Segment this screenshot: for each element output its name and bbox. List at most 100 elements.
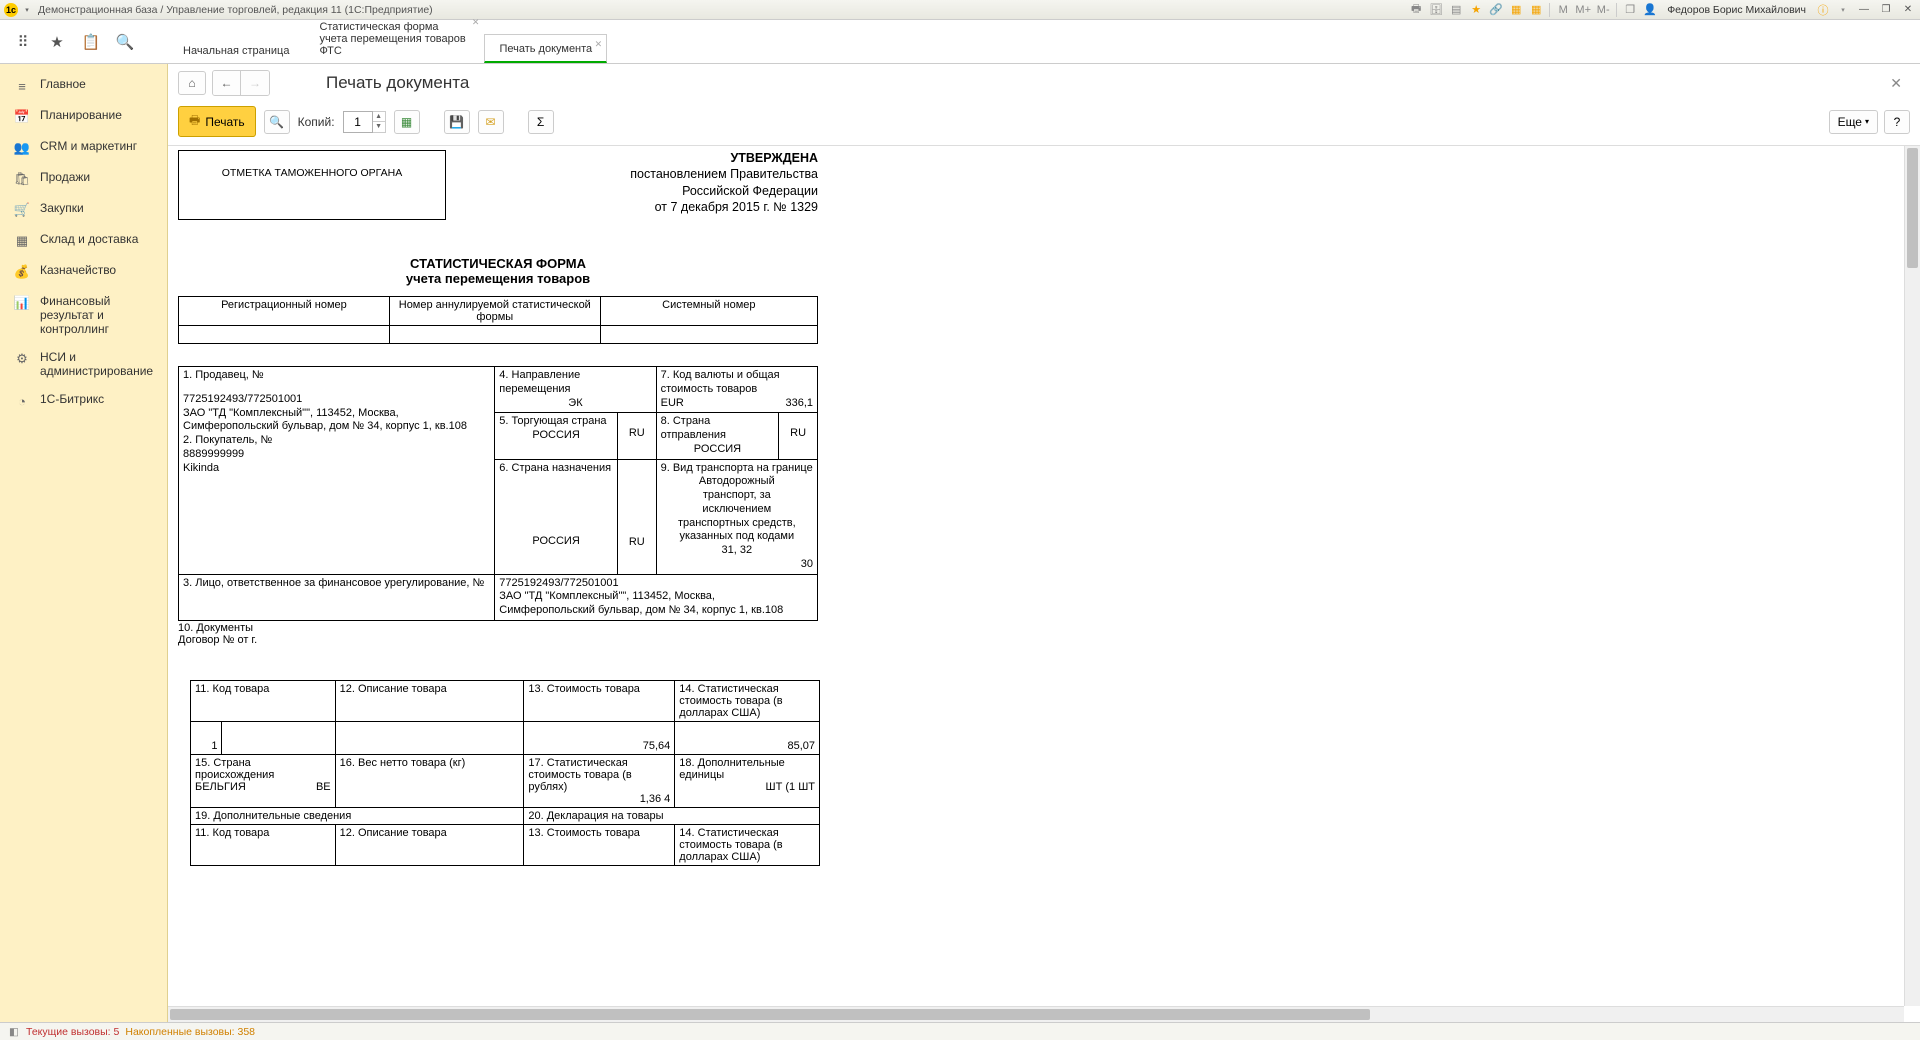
- window-icon[interactable]: ❐: [1623, 3, 1637, 17]
- app-menu-dd-icon[interactable]: ▾: [22, 5, 32, 15]
- sidebar-item-label: Продажи: [40, 170, 90, 184]
- mail-button[interactable]: ✉: [478, 110, 504, 134]
- sidebar-item-label: 1С-Битрикс: [40, 392, 104, 406]
- cell-value: РОССИЯ: [661, 443, 775, 457]
- cell-value: RU: [629, 536, 645, 548]
- cell-label: 8. Страна отправления: [661, 415, 775, 443]
- scrollbar-thumb[interactable]: [170, 1009, 1370, 1020]
- gear-icon: ⚙: [14, 351, 30, 367]
- sidebar-item-label: Планирование: [40, 108, 122, 122]
- cell-label: 7. Код валюты и общая стоимость товаров: [661, 369, 813, 397]
- goods-header: 13. Стоимость товара: [524, 680, 675, 721]
- scrollbar-vertical[interactable]: [1904, 146, 1920, 1006]
- goods-header: 18. Дополнительные единицы: [679, 757, 815, 781]
- main-grid: 1. Продавец, № 7725192493/772501001 ЗАО …: [178, 366, 818, 621]
- sidebar-item-sales[interactable]: 🛍Продажи: [0, 163, 167, 194]
- clipboard-icon[interactable]: 📋: [82, 33, 100, 51]
- goods-value: 85,07: [787, 740, 815, 752]
- tab-close-icon[interactable]: ✕: [472, 17, 480, 28]
- goods-value: 1,36: [640, 793, 661, 805]
- link-icon[interactable]: 🔗: [1489, 3, 1503, 17]
- content: ⌂ ← → Печать документа ✕ 🖶Печать 🔍 Копий…: [168, 64, 1920, 1022]
- cell-value: 30: [661, 558, 813, 572]
- sidebar-item-treasury[interactable]: 💰Казначейство: [0, 256, 167, 287]
- spinner-down-icon[interactable]: ▼: [373, 122, 385, 132]
- apps-icon[interactable]: ⠿: [14, 33, 32, 51]
- more-button[interactable]: Еще▾: [1829, 110, 1878, 134]
- search-icon[interactable]: 🔍: [116, 33, 134, 51]
- tab-statform[interactable]: Статистическая форма учета перемещения т…: [304, 12, 484, 63]
- db-icon[interactable]: 🗄: [1429, 3, 1443, 17]
- sum-button[interactable]: Σ: [528, 110, 554, 134]
- sidebar-item-label: CRM и маркетинг: [40, 139, 137, 153]
- clock-icon: ◔: [14, 393, 30, 409]
- home-button[interactable]: ⌂: [178, 71, 206, 95]
- favorite-icon[interactable]: ★: [48, 33, 66, 51]
- scrollbar-horizontal[interactable]: [168, 1006, 1904, 1022]
- reg-header: Регистрационный номер: [179, 297, 390, 326]
- forward-button[interactable]: →: [241, 71, 269, 95]
- sidebar-item-bitrix[interactable]: ◔ 1С-Битрикс: [0, 385, 167, 416]
- calc-mminus-icon[interactable]: M-: [1596, 3, 1610, 17]
- content-head: ⌂ ← → Печать документа ✕: [168, 64, 1920, 102]
- sidebar-item-purchase[interactable]: 🛒Закупки: [0, 194, 167, 225]
- goods-value: 4: [664, 793, 670, 805]
- printer-icon: 🖶: [189, 111, 200, 132]
- menu-icon: ≡: [14, 78, 30, 94]
- cell-value: Договор № от г.: [178, 634, 818, 646]
- goods-header: 15. Страна происхождения: [195, 757, 331, 781]
- list-icon[interactable]: ▤: [1449, 3, 1463, 17]
- sidebar-item-admin[interactable]: ⚙ НСИ и администрирование: [0, 343, 167, 385]
- cell-value: 336,1: [785, 397, 813, 411]
- save-button[interactable]: 💾: [444, 110, 470, 134]
- calc-m-icon[interactable]: M: [1556, 3, 1570, 17]
- spinner-up-icon[interactable]: ▲: [373, 112, 385, 122]
- print-button[interactable]: 🖶Печать: [178, 106, 256, 137]
- maximize-icon[interactable]: ❐: [1878, 3, 1894, 17]
- money-icon: 💰: [14, 264, 30, 280]
- sidebar-item-label: Главное: [40, 77, 86, 91]
- preview-button[interactable]: 🔍: [264, 110, 290, 134]
- page-close-icon[interactable]: ✕: [1882, 75, 1910, 92]
- info-dd-icon[interactable]: ▾: [1836, 3, 1850, 17]
- tab-close-icon[interactable]: ✕: [595, 39, 603, 50]
- app-icon: 1c: [4, 3, 18, 17]
- calc-mplus-icon[interactable]: M+: [1576, 3, 1590, 17]
- minimize-icon[interactable]: —: [1856, 3, 1872, 17]
- sidebar-item-planning[interactable]: 📅Планирование: [0, 101, 167, 132]
- close-icon[interactable]: ✕: [1900, 3, 1916, 17]
- sidebar-item-label: НСИ и администрирование: [40, 350, 157, 378]
- sidebar-item-warehouse[interactable]: ▦Склад и доставка: [0, 225, 167, 256]
- cell-value: 7725192493/772501001: [183, 393, 490, 407]
- info-icon[interactable]: ⓘ: [1816, 3, 1830, 17]
- help-button[interactable]: ?: [1884, 110, 1910, 134]
- toolbar-right: Еще▾ ?: [1829, 110, 1910, 134]
- approved-line: Российской Федерации: [630, 183, 818, 199]
- grid1-icon[interactable]: ▦: [1509, 3, 1523, 17]
- copies-input[interactable]: [343, 111, 373, 133]
- goods-header: 13. Стоимость товара: [524, 824, 675, 865]
- approved-title: УТВЕРЖДЕНА: [730, 151, 818, 165]
- toolbar: 🖶Печать 🔍 Копий: ▲ ▼ ▦ 💾 ✉ Σ Еще▾ ?: [168, 102, 1920, 145]
- sidebar-item-main[interactable]: ≡ Главное: [0, 70, 167, 101]
- cell-value: RU: [790, 427, 806, 439]
- scrollbar-thumb[interactable]: [1907, 148, 1918, 268]
- tab-print[interactable]: Печать документа✕: [484, 34, 607, 63]
- grid2-icon[interactable]: ▦: [1529, 3, 1543, 17]
- user-name[interactable]: Федоров Борис Михайлович: [1663, 4, 1810, 16]
- doc-header-row: ОТМЕТКА ТАМОЖЕННОГО ОРГАНА УТВЕРЖДЕНА по…: [178, 150, 818, 220]
- cell-label: 4. Направление перемещения: [499, 369, 651, 397]
- back-button[interactable]: ←: [213, 71, 241, 95]
- cart-icon: 🛒: [14, 202, 30, 218]
- reg-cell: [179, 326, 390, 344]
- cell-value: ЭК: [499, 397, 651, 411]
- sidebar-item-finance[interactable]: 📊Финансовый результат и контроллинг: [0, 287, 167, 343]
- reg-cell: [389, 326, 600, 344]
- print-icon[interactable]: 🖶: [1409, 3, 1423, 17]
- cell-label: 5. Торгующая страна: [499, 415, 613, 429]
- star-icon[interactable]: ★: [1469, 3, 1483, 17]
- template-button[interactable]: ▦: [394, 110, 420, 134]
- sidebar-item-crm[interactable]: 👥CRM и маркетинг: [0, 132, 167, 163]
- tab-start[interactable]: Начальная страница: [168, 36, 304, 63]
- doc-scroll[interactable]: ОТМЕТКА ТАМОЖЕННОГО ОРГАНА УТВЕРЖДЕНА по…: [168, 146, 1920, 886]
